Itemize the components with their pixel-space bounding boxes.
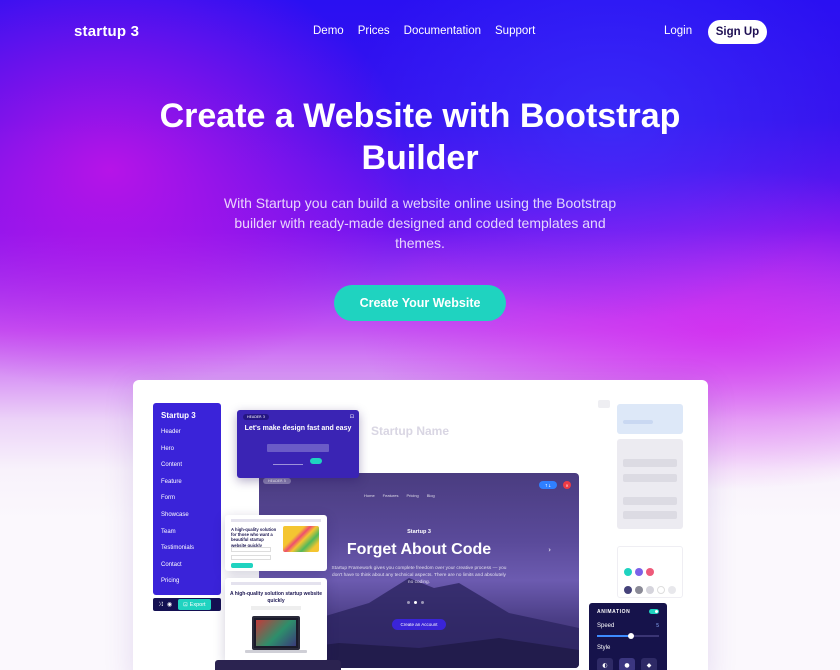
builder-mockup: Startup Name Startup 3 Header Hero Conte… — [133, 380, 708, 670]
color-swatch[interactable] — [635, 586, 643, 594]
animation-toggle[interactable] — [649, 609, 659, 614]
field-placeholder — [231, 555, 271, 560]
color-swatch[interactable] — [624, 586, 632, 594]
nav-link-prices[interactable]: Prices — [358, 25, 390, 37]
nav-link-demo[interactable]: Demo — [313, 25, 344, 37]
sidebar-title: Startup 3 — [161, 411, 196, 420]
panel-toggle[interactable] — [598, 400, 610, 408]
slider-dot[interactable] — [407, 601, 410, 604]
sidebar-item-showcase[interactable]: Showcase — [161, 507, 213, 524]
feature-image — [283, 526, 319, 552]
nav-link-documentation[interactable]: Documentation — [404, 25, 481, 37]
animation-title: ANIMATION — [597, 609, 631, 615]
brand-logo[interactable]: startup 3 — [74, 23, 139, 40]
style-option-drop-icon[interactable]: ● — [619, 658, 635, 670]
bottom-template-card[interactable] — [215, 660, 341, 670]
sidebar-item-header[interactable]: Header — [161, 424, 213, 441]
hero-title: Create a Website with Bootstrap Builder — [159, 97, 681, 177]
preview-nav: Home Features Pricing Blog — [364, 493, 435, 498]
lock-icon: ⊡ — [349, 414, 354, 420]
slider-dot-active[interactable] — [414, 601, 417, 604]
feature-card-title: A high-quality solution for those who wa… — [231, 527, 277, 548]
color-swatch[interactable] — [646, 568, 654, 576]
sidebar-item-feature[interactable]: Feature — [161, 474, 213, 491]
sidebar-item-team[interactable]: Team — [161, 524, 213, 541]
text-placeholder — [251, 606, 301, 610]
color-swatch[interactable] — [668, 586, 676, 594]
create-account-button[interactable]: Create an Account — [392, 619, 446, 630]
speed-slider[interactable] — [597, 633, 659, 639]
slider-dot[interactable] — [421, 601, 424, 604]
preview-nav-home: Home — [364, 493, 375, 498]
text-placeholder — [267, 444, 329, 452]
lock-icon: ⊡ — [183, 601, 188, 608]
speed-label: Speed — [597, 623, 615, 629]
showcase-card-title: A high-quality solution startup website … — [229, 591, 323, 604]
sidebar-item-contact[interactable]: Contact — [161, 557, 213, 574]
sidebar-item-testimonials[interactable]: Testimonials — [161, 540, 213, 557]
top-navigation: startup 3 Demo Prices Documentation Supp… — [0, 0, 840, 64]
sidebar-item-pricing[interactable]: Pricing — [161, 573, 213, 590]
speed-slider-fill — [597, 635, 632, 637]
style-option-fade-icon[interactable]: ◐ — [597, 658, 613, 670]
feature-template-card[interactable]: A high-quality solution for those who wa… — [225, 515, 327, 571]
button-placeholder — [231, 563, 253, 568]
speed-value: 5 — [656, 623, 659, 629]
builder-sidebar: Startup 3 Header Hero Content Feature Fo… — [153, 403, 221, 595]
color-swatch[interactable] — [635, 568, 643, 576]
preview-label: HEADER 5 — [263, 478, 291, 484]
color-swatch[interactable] — [624, 568, 632, 576]
login-link[interactable]: Login — [664, 25, 692, 37]
laptop-image — [252, 616, 300, 650]
speed-slider-knob[interactable] — [628, 633, 635, 639]
header-card-label: HEADER 3 — [243, 414, 269, 420]
nav-link-support[interactable]: Support — [495, 25, 535, 37]
sidebar-item-hero[interactable]: Hero — [161, 441, 213, 458]
chevron-right-icon[interactable]: › — [548, 546, 551, 554]
email-placeholder — [273, 459, 303, 465]
preview-nav-features: Features — [382, 493, 399, 498]
header-template-card[interactable]: HEADER 3 ⊡ Let's make design fast and ea… — [237, 410, 359, 478]
eye-icon[interactable]: ◉ — [167, 601, 172, 608]
color-swatch[interactable] — [657, 586, 665, 594]
color-palette-panel — [617, 546, 683, 598]
field-placeholder — [231, 547, 271, 552]
export-label: Export — [189, 601, 206, 608]
slider-dots — [407, 601, 424, 604]
preview-nav-pricing: Pricing — [406, 493, 419, 498]
shuffle-icon[interactable]: ⤨ — [158, 601, 163, 609]
main-menu: Demo Prices Documentation Support — [313, 25, 535, 37]
mockup-startup-name: Startup Name — [371, 424, 450, 438]
laptop-base — [245, 650, 307, 653]
color-swatch[interactable] — [646, 586, 654, 594]
delete-button[interactable]: × — [563, 481, 571, 489]
signup-button[interactable]: Sign Up — [708, 20, 767, 44]
style-label: Style — [597, 645, 611, 651]
hero-subtitle: With Startup you can build a website onl… — [223, 195, 617, 251]
sidebar-toolbar: ⤨ ◉ ⊡ Export — [153, 598, 221, 611]
export-button[interactable]: ⊡ Export — [178, 599, 211, 610]
header-card-title: Let's make design fast and easy — [244, 425, 352, 432]
move-arrows-button[interactable]: ↑↓ — [539, 481, 557, 489]
nav-placeholder — [231, 519, 321, 522]
showcase-template-card[interactable]: A high-quality solution startup website … — [225, 578, 327, 662]
preview-text: Startup Framework gives you complete fre… — [331, 566, 507, 585]
settings-panel — [617, 439, 683, 529]
animation-panel: ANIMATION Speed 5 Style ◐ ● ◆ — [589, 603, 667, 670]
sidebar-item-form[interactable]: Form — [161, 490, 213, 507]
create-website-button[interactable]: Create Your Website — [334, 285, 506, 321]
nav-placeholder — [231, 582, 321, 585]
style-option-slide-icon[interactable]: ◆ — [641, 658, 657, 670]
settings-panel-top — [617, 404, 683, 434]
preview-nav-blog: Blog — [426, 493, 435, 498]
sidebar-item-content[interactable]: Content — [161, 457, 213, 474]
submit-placeholder — [310, 458, 322, 464]
